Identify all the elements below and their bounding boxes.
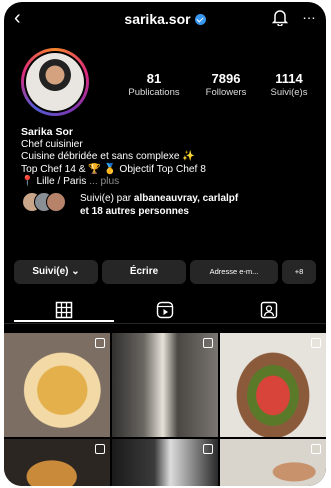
more-icon[interactable]: …: [302, 6, 317, 22]
profile-tabs: [4, 295, 326, 324]
carousel-badge-icon: [203, 444, 213, 454]
profile-screen: ‹ sarika.sor … 81 Publications 7896 Foll…: [4, 2, 326, 486]
stat-label: Suivi(e)s: [270, 87, 308, 98]
following-button[interactable]: Suivi(e) ⌄: [14, 260, 98, 284]
grid-icon[interactable]: [55, 301, 73, 319]
post-thumbnail[interactable]: [4, 333, 110, 437]
message-button[interactable]: Écrire: [102, 260, 186, 284]
mutual-avatar: [46, 192, 66, 212]
stat-value: 7896: [211, 71, 241, 86]
stat-label: Followers: [205, 87, 247, 98]
carousel-badge-icon: [311, 444, 321, 454]
active-tab-indicator: [14, 320, 114, 322]
carousel-badge-icon: [311, 338, 321, 348]
post-thumbnail[interactable]: [4, 439, 110, 486]
bio: Sarika Sor Chef cuisinier Cuisine débrid…: [21, 126, 206, 189]
tagged-icon[interactable]: [260, 301, 278, 319]
add-user-button[interactable]: +8: [282, 260, 316, 284]
stat-following[interactable]: 1114 Suivi(e)s: [260, 71, 318, 98]
mutual-text: Suivi(e) par albaneauvray, carlalpf et 1…: [80, 193, 239, 217]
more-link[interactable]: ... plus: [89, 176, 119, 187]
profile-category: Chef cuisinier: [21, 138, 83, 150]
carousel-badge-icon: [95, 444, 105, 454]
bio-line: Top Chef 14 & 🏆 🥇 Objectif Top Chef 8: [21, 163, 206, 175]
bio-location-row: 📍 Lille / Paris ... plus: [21, 176, 206, 189]
reels-icon[interactable]: [156, 301, 174, 319]
post-grid: [4, 333, 326, 486]
reel-badge-icon: [95, 338, 105, 348]
bell-icon[interactable]: [272, 8, 288, 26]
post-thumbnail[interactable]: [112, 439, 218, 486]
profile-location: 📍 Lille / Paris: [21, 176, 87, 187]
stat-publications[interactable]: 81 Publications: [116, 71, 192, 98]
bio-line: Cuisine débridée et sans complexe ✨: [21, 151, 196, 162]
post-thumbnail[interactable]: [220, 439, 326, 486]
stat-value: 1114: [275, 71, 303, 86]
avatar[interactable]: [21, 48, 89, 116]
avatar-photo: [26, 53, 84, 111]
stat-value: 81: [146, 71, 162, 86]
stat-followers[interactable]: 7896 Followers: [192, 71, 260, 98]
post-thumbnail[interactable]: [220, 333, 326, 437]
top-bar: ‹ sarika.sor …: [4, 2, 326, 38]
carousel-badge-icon: [203, 338, 213, 348]
username-text: sarika.sor: [124, 11, 191, 27]
post-thumbnail[interactable]: [112, 333, 218, 437]
stat-label: Publications: [128, 87, 180, 98]
profile-name: Sarika Sor: [21, 126, 73, 138]
verified-badge-icon: [194, 14, 206, 25]
email-button[interactable]: Adresse e-m...: [190, 260, 278, 284]
